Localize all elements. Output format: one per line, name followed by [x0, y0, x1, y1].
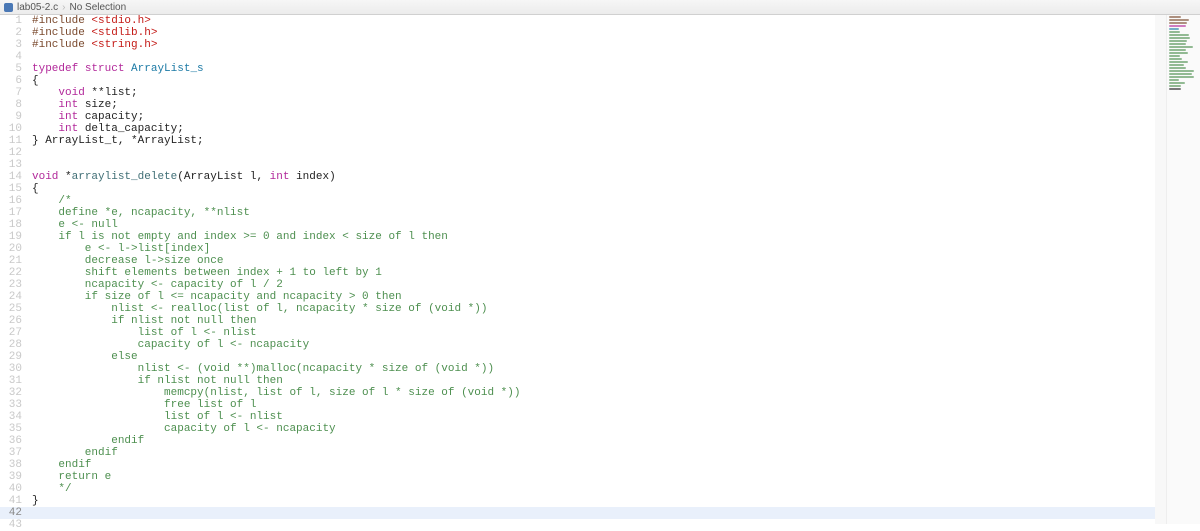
code-line[interactable]: endif — [28, 435, 1200, 447]
line-number[interactable]: 32 — [0, 387, 22, 399]
code-line[interactable]: void *arraylist_delete(ArrayList l, int … — [28, 171, 1200, 183]
code-line[interactable]: { — [28, 183, 1200, 195]
code-line[interactable]: void **list; — [28, 87, 1200, 99]
line-number[interactable]: 42 — [0, 507, 22, 519]
line-number[interactable]: 14 — [0, 171, 22, 183]
code-line[interactable]: ncapacity <- capacity of l / 2 — [28, 279, 1200, 291]
line-number[interactable]: 23 — [0, 279, 22, 291]
code-line[interactable]: list of l <- nlist — [28, 411, 1200, 423]
code-line[interactable]: endif — [28, 447, 1200, 459]
code-line[interactable]: shift elements between index + 1 to left… — [28, 267, 1200, 279]
code-line[interactable]: /* — [28, 195, 1200, 207]
line-number[interactable]: 40 — [0, 483, 22, 495]
line-number[interactable]: 6 — [0, 75, 22, 87]
code-line[interactable]: if l is not empty and index >= 0 and ind… — [28, 231, 1200, 243]
line-number[interactable]: 11 — [0, 135, 22, 147]
code-line[interactable]: if size of l <= ncapacity and ncapacity … — [28, 291, 1200, 303]
code-line[interactable]: return e — [28, 471, 1200, 483]
code-line[interactable]: #include <stdio.h> — [28, 15, 1200, 27]
line-number[interactable]: 5 — [0, 63, 22, 75]
line-number[interactable]: 2 — [0, 27, 22, 39]
line-number[interactable]: 24 — [0, 291, 22, 303]
line-number[interactable]: 20 — [0, 243, 22, 255]
breadcrumb-selection[interactable]: No Selection — [69, 2, 126, 13]
breadcrumb-filename[interactable]: lab05-2.c — [17, 2, 58, 13]
code-line[interactable]: free list of l — [28, 399, 1200, 411]
code-content[interactable]: #include <stdio.h>#include <stdlib.h>#in… — [28, 15, 1200, 524]
code-line[interactable]: typedef struct ArrayList_s — [28, 63, 1200, 75]
code-line[interactable]: capacity of l <- ncapacity — [28, 423, 1200, 435]
line-number[interactable]: 27 — [0, 327, 22, 339]
line-number-gutter[interactable]: 1234567891011121314151617181920212223242… — [0, 15, 28, 524]
c-file-icon — [4, 3, 13, 12]
line-number[interactable]: 8 — [0, 99, 22, 111]
code-line[interactable]: #include <string.h> — [28, 39, 1200, 51]
code-line[interactable]: else — [28, 351, 1200, 363]
line-number[interactable]: 16 — [0, 195, 22, 207]
breadcrumb-bar[interactable]: lab05-2.c › No Selection — [0, 0, 1200, 15]
line-number[interactable]: 15 — [0, 183, 22, 195]
line-number[interactable]: 25 — [0, 303, 22, 315]
line-number[interactable]: 34 — [0, 411, 22, 423]
code-line[interactable]: if nlist not null then — [28, 315, 1200, 327]
line-number[interactable]: 7 — [0, 87, 22, 99]
code-line[interactable]: if nlist not null then — [28, 375, 1200, 387]
line-number[interactable]: 22 — [0, 267, 22, 279]
line-number[interactable]: 35 — [0, 423, 22, 435]
line-number[interactable]: 26 — [0, 315, 22, 327]
line-number[interactable]: 4 — [0, 51, 22, 63]
line-number[interactable]: 43 — [0, 519, 22, 531]
code-line[interactable]: } — [28, 495, 1200, 507]
chevron-right-icon: › — [62, 2, 65, 13]
line-number[interactable]: 9 — [0, 111, 22, 123]
line-number[interactable]: 29 — [0, 351, 22, 363]
code-line[interactable]: int size; — [28, 99, 1200, 111]
line-number[interactable]: 33 — [0, 399, 22, 411]
code-line[interactable]: e <- null — [28, 219, 1200, 231]
code-line[interactable]: list of l <- nlist — [28, 327, 1200, 339]
code-line[interactable] — [28, 147, 1200, 159]
code-line[interactable] — [28, 519, 1200, 531]
code-line[interactable]: int capacity; — [28, 111, 1200, 123]
code-line[interactable]: memcpy(nlist, list of l, size of l * siz… — [28, 387, 1200, 399]
code-line[interactable]: { — [28, 75, 1200, 87]
line-number[interactable]: 39 — [0, 471, 22, 483]
code-line[interactable]: */ — [28, 483, 1200, 495]
line-number[interactable]: 41 — [0, 495, 22, 507]
code-line[interactable]: nlist <- realloc(list of l, ncapacity * … — [28, 303, 1200, 315]
code-line[interactable] — [28, 159, 1200, 171]
line-number[interactable]: 31 — [0, 375, 22, 387]
line-number[interactable]: 17 — [0, 207, 22, 219]
line-number[interactable]: 12 — [0, 147, 22, 159]
line-number[interactable]: 18 — [0, 219, 22, 231]
line-number[interactable]: 30 — [0, 363, 22, 375]
code-editor[interactable]: 1234567891011121314151617181920212223242… — [0, 15, 1200, 524]
line-number[interactable]: 28 — [0, 339, 22, 351]
line-number[interactable]: 21 — [0, 255, 22, 267]
code-line[interactable] — [28, 51, 1200, 63]
code-line[interactable]: int delta_capacity; — [28, 123, 1200, 135]
code-line[interactable] — [28, 507, 1200, 519]
code-line[interactable]: define *e, ncapacity, **nlist — [28, 207, 1200, 219]
code-line[interactable]: capacity of l <- ncapacity — [28, 339, 1200, 351]
line-number[interactable]: 13 — [0, 159, 22, 171]
code-line[interactable]: nlist <- (void **)malloc(ncapacity * siz… — [28, 363, 1200, 375]
line-number[interactable]: 19 — [0, 231, 22, 243]
line-number[interactable]: 1 — [0, 15, 22, 27]
code-line[interactable]: #include <stdlib.h> — [28, 27, 1200, 39]
code-line[interactable]: } ArrayList_t, *ArrayList; — [28, 135, 1200, 147]
line-number[interactable]: 36 — [0, 435, 22, 447]
line-number[interactable]: 37 — [0, 447, 22, 459]
code-line[interactable]: endif — [28, 459, 1200, 471]
line-number[interactable]: 3 — [0, 39, 22, 51]
line-number[interactable]: 10 — [0, 123, 22, 135]
code-line[interactable]: e <- l->list[index] — [28, 243, 1200, 255]
line-number[interactable]: 38 — [0, 459, 22, 471]
code-line[interactable]: decrease l->size once — [28, 255, 1200, 267]
